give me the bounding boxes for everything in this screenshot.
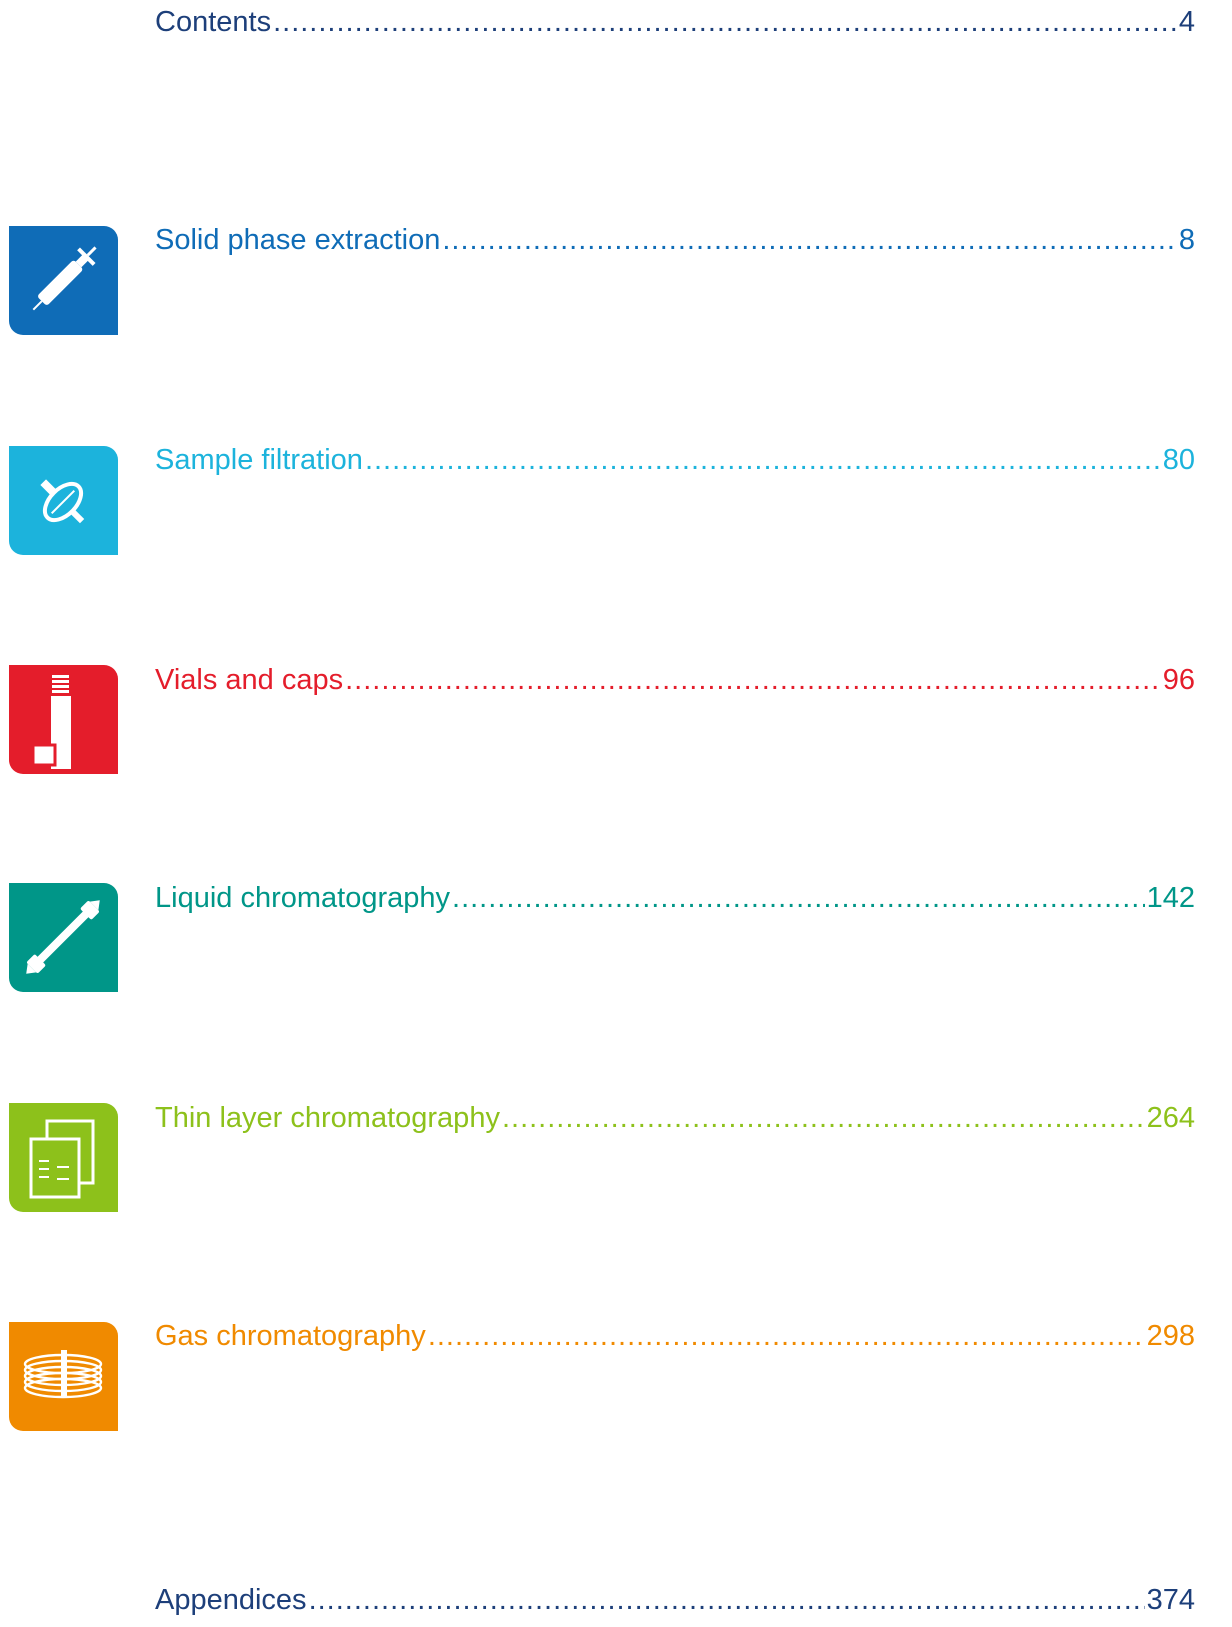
dot-leader <box>442 222 1177 258</box>
toc-page-number: 298 <box>1146 1320 1195 1352</box>
toc-title: Thin layer chromatography <box>155 1102 500 1134</box>
toc-entry-solid-phase-extraction[interactable]: Solid phase extraction 8 <box>155 222 1195 258</box>
toc-title: Liquid chromatography <box>155 882 451 914</box>
dot-leader <box>273 4 1177 40</box>
toc-entry-gas-chromatography[interactable]: Gas chromatography 298 <box>155 1318 1195 1354</box>
tlc-plate-icon <box>9 1103 118 1212</box>
toc-page-number: 80 <box>1162 444 1195 476</box>
toc-title: Solid phase extraction <box>155 224 441 256</box>
toc-page-number: 264 <box>1146 1102 1195 1134</box>
toc-page-number: 8 <box>1178 224 1195 256</box>
toc-entry-sample-filtration[interactable]: Sample filtration 80 <box>155 442 1195 478</box>
gc-column-coil-icon <box>9 1322 118 1431</box>
dot-leader <box>502 1100 1145 1136</box>
toc-title: Gas chromatography <box>155 1320 426 1352</box>
toc-entry-contents[interactable]: Contents 4 <box>155 4 1195 40</box>
toc-entry-appendices[interactable]: Appendices 374 <box>155 1582 1195 1618</box>
dot-leader <box>345 662 1161 698</box>
vial-icon <box>9 665 118 774</box>
toc-title: Appendices <box>155 1584 307 1616</box>
toc-page-number: 96 <box>1162 664 1195 696</box>
toc-page-number: 374 <box>1146 1584 1195 1616</box>
dot-leader <box>309 1582 1145 1618</box>
toc-page-number: 142 <box>1146 882 1195 914</box>
toc-entry-liquid-chromatography[interactable]: Liquid chromatography 142 <box>155 880 1195 916</box>
syringe-icon <box>9 226 118 335</box>
toc-page-number: 4 <box>1178 6 1195 38</box>
syringe-filter-icon <box>9 446 118 555</box>
toc-title: Vials and caps <box>155 664 344 696</box>
toc-title: Sample filtration <box>155 444 363 476</box>
dot-leader <box>452 880 1145 916</box>
toc-entry-thin-layer-chromatography[interactable]: Thin layer chromatography 264 <box>155 1100 1195 1136</box>
lc-column-icon <box>9 883 118 992</box>
toc-title: Contents <box>155 6 272 38</box>
toc-entry-vials-and-caps[interactable]: Vials and caps 96 <box>155 662 1195 698</box>
dot-leader <box>428 1318 1145 1354</box>
dot-leader <box>365 442 1161 478</box>
